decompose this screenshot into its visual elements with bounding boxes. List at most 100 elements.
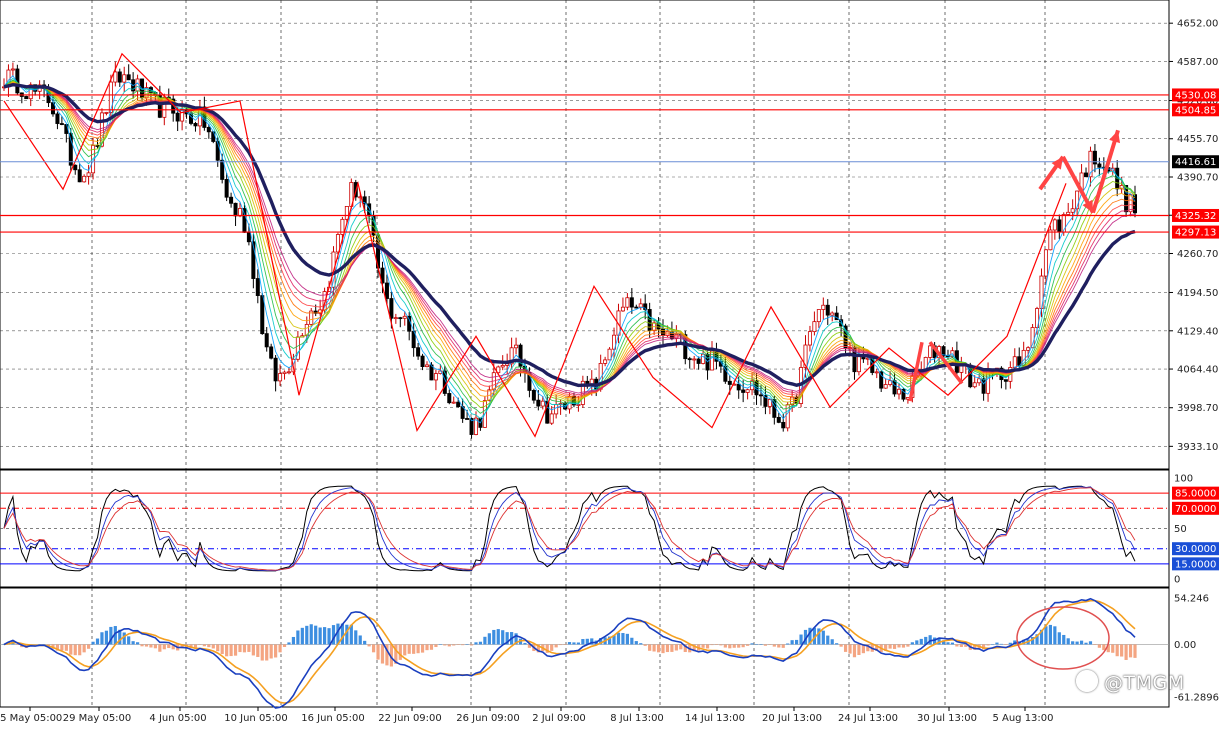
hist-bar <box>363 640 367 645</box>
candle-body <box>576 404 581 406</box>
hist-bar <box>1093 644 1097 645</box>
level-tag-label: 15.0000 <box>1175 559 1216 570</box>
hist-bar <box>995 642 999 645</box>
hist-bar <box>287 642 291 645</box>
candle-body <box>384 282 389 299</box>
candle-body <box>514 344 519 349</box>
hist-bar <box>661 644 665 654</box>
hist-bar <box>705 644 710 649</box>
hist-bar <box>714 644 719 645</box>
candle-body <box>807 331 812 346</box>
candle-body <box>104 112 109 114</box>
candle-body <box>95 145 100 147</box>
hist-bar <box>469 644 474 646</box>
candle-body <box>883 384 888 389</box>
time-tick-label: 4 Jun 05:00 <box>149 713 206 724</box>
osc-tick-label: 50 <box>1174 524 1187 535</box>
hist-bar <box>162 644 166 650</box>
hist-bar <box>986 644 990 646</box>
hist-bar <box>897 644 901 648</box>
hist-bar <box>915 640 919 645</box>
hist-bar <box>358 635 362 645</box>
candle-body <box>24 96 29 100</box>
hist-bar <box>679 644 683 650</box>
hist-bar <box>82 644 86 653</box>
hist-bar <box>87 644 91 649</box>
hist-bar <box>910 642 914 645</box>
hist-bar <box>652 644 656 652</box>
hist-bar <box>300 627 304 645</box>
hist-bar <box>643 644 647 646</box>
candle-body <box>972 382 977 388</box>
hist-bar <box>211 644 215 649</box>
hist-bar <box>465 644 469 645</box>
candle-body <box>233 202 238 217</box>
candle-body <box>229 196 234 204</box>
hist-bar <box>274 644 278 658</box>
hist-bar <box>198 644 202 645</box>
level-tag-label: 4325.32 <box>1175 211 1216 222</box>
price-chart: 4652.004587.004520.604455.704390.704325.… <box>0 0 1219 724</box>
candle-body <box>554 404 559 415</box>
candle-body <box>928 345 933 358</box>
hist-bar <box>656 644 661 653</box>
candle-body <box>629 297 634 308</box>
hist-bar <box>398 644 402 660</box>
candle-body <box>1048 229 1053 251</box>
hist-bar <box>318 627 322 645</box>
candle-body <box>278 373 283 382</box>
hist-bar <box>1053 626 1057 645</box>
hist-bar <box>950 642 955 645</box>
hist-bar <box>282 644 287 647</box>
hist-bar <box>621 633 625 645</box>
level-tag-label: 70.0000 <box>1175 504 1216 515</box>
hist-bar <box>452 644 456 646</box>
candle-body <box>73 164 78 171</box>
hist-bar <box>670 644 674 652</box>
hist-bar <box>1071 641 1075 645</box>
candle-body <box>830 312 835 316</box>
hist-bar <box>492 629 496 645</box>
hist-bar <box>550 644 554 651</box>
hist-bar <box>710 644 714 646</box>
hist-bar <box>15 644 19 645</box>
price-tick-label: 4260.70 <box>1177 249 1218 260</box>
candle-body <box>282 371 287 374</box>
hist-bar <box>407 644 411 654</box>
candle-body <box>246 231 251 243</box>
candle-body <box>816 309 821 323</box>
candle-body <box>625 297 630 308</box>
hist-bar <box>443 644 447 646</box>
hist-bar <box>572 642 576 645</box>
candle-body <box>402 315 407 319</box>
hist-bar <box>220 644 224 655</box>
candle-body <box>1012 356 1017 368</box>
candle-body <box>536 399 541 407</box>
candle-body <box>451 401 456 404</box>
hist-bar <box>216 644 220 652</box>
candle-body <box>856 355 861 373</box>
hist-bar <box>781 644 785 648</box>
price-tick-label: 4194.50 <box>1177 288 1218 299</box>
hist-bar <box>1124 644 1128 660</box>
candle-body <box>638 303 643 308</box>
hist-bar <box>501 630 505 645</box>
candle-body <box>113 71 118 83</box>
hist-bar <box>1075 641 1079 645</box>
hist-bar <box>892 644 897 649</box>
hist-bar <box>665 644 670 653</box>
candle-body <box>540 400 545 407</box>
hist-bar <box>291 636 296 645</box>
hist-bar <box>1066 638 1070 645</box>
hist-bar <box>955 644 959 647</box>
hist-bar <box>558 644 563 646</box>
candle-body <box>959 365 964 373</box>
hist-bar <box>420 644 425 653</box>
candle-body <box>821 304 826 310</box>
level-tag-label: 4504.85 <box>1175 105 1216 116</box>
candle-body <box>456 401 461 408</box>
hist-bar <box>429 644 434 650</box>
candle-body <box>1057 219 1062 233</box>
hist-bar <box>153 644 157 649</box>
hist-bar <box>207 644 211 648</box>
